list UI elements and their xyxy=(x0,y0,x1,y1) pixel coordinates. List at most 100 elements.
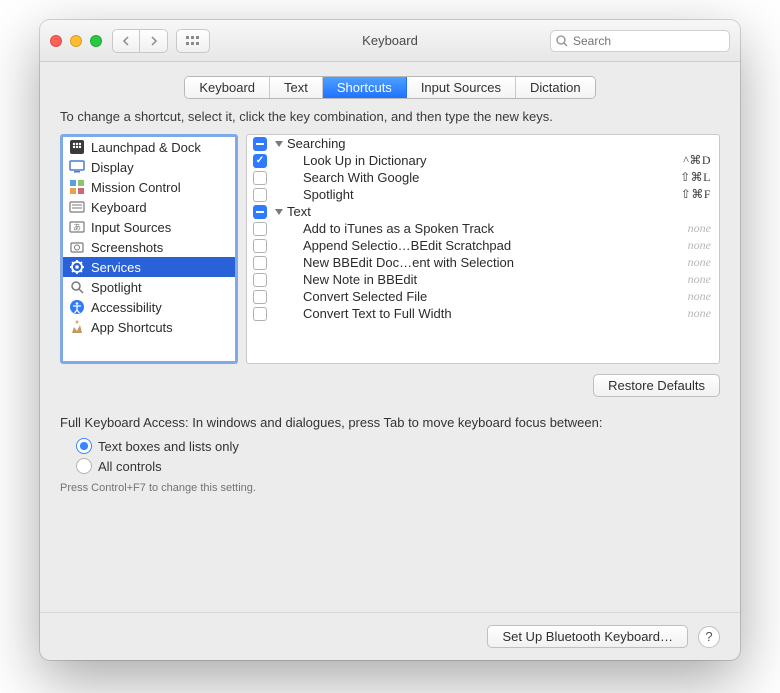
close-window-button[interactable] xyxy=(50,35,62,47)
group-label: Searching xyxy=(287,136,346,151)
back-button[interactable] xyxy=(112,29,140,53)
fka-hint: Press Control+F7 to change this setting. xyxy=(60,482,720,494)
shortcut-item[interactable]: New BBEdit Doc…ent with Selection none xyxy=(247,254,719,271)
show-all-button[interactable] xyxy=(176,29,210,53)
shortcut-item[interactable]: Search With Google ⇧⌘L xyxy=(247,169,719,186)
item-label: Add to iTunes as a Spoken Track xyxy=(303,221,494,236)
group-checkbox[interactable] xyxy=(253,137,267,151)
shortcut-key[interactable]: ^⌘D xyxy=(683,153,711,168)
radio-label: All controls xyxy=(98,459,162,474)
shortcut-key[interactable]: none xyxy=(688,306,711,321)
category-label: Keyboard xyxy=(91,200,147,215)
group-label: Text xyxy=(287,204,311,219)
shortcut-key[interactable]: ⇧⌘L xyxy=(680,170,711,185)
shortcut-group[interactable]: Text xyxy=(247,203,719,220)
shortcut-item[interactable]: Spotlight⇧⌘F xyxy=(247,186,719,203)
item-checkbox[interactable] xyxy=(253,273,267,287)
restore-row: Restore Defaults xyxy=(60,374,720,397)
app-icon xyxy=(69,319,85,335)
category-app-shortcuts[interactable]: App Shortcuts xyxy=(63,317,235,337)
titlebar: Keyboard xyxy=(40,20,740,62)
category-accessibility[interactable]: Accessibility xyxy=(63,297,235,317)
input-icon: あ xyxy=(69,219,85,235)
item-label: New Note in BBEdit xyxy=(303,272,417,287)
bluetooth-keyboard-button[interactable]: Set Up Bluetooth Keyboard… xyxy=(487,625,688,648)
item-checkbox[interactable] xyxy=(253,290,267,304)
mission-icon xyxy=(69,179,85,195)
item-label: Search With Google xyxy=(303,170,419,185)
category-launchpad-dock[interactable]: Launchpad & Dock xyxy=(63,137,235,157)
item-label: Append Selectio…BEdit Scratchpad xyxy=(303,238,511,253)
item-checkbox[interactable] xyxy=(253,256,267,270)
tab-keyboard[interactable]: Keyboard xyxy=(185,77,270,98)
preferences-window: Keyboard KeyboardTextShortcutsInput Sour… xyxy=(40,20,740,660)
category-label: Launchpad & Dock xyxy=(91,140,201,155)
disclosure-triangle-icon[interactable] xyxy=(275,209,283,215)
zoom-window-button[interactable] xyxy=(90,35,102,47)
category-services[interactable]: Services xyxy=(63,257,235,277)
shortcut-item[interactable]: New Note in BBEdit none xyxy=(247,271,719,288)
group-checkbox[interactable] xyxy=(253,205,267,219)
launchpad-icon xyxy=(69,139,85,155)
category-keyboard[interactable]: Keyboard xyxy=(63,197,235,217)
fka-radio-option[interactable]: Text boxes and lists only xyxy=(60,436,720,456)
shortcut-item[interactable]: ✓ Look Up in Dictionary ^⌘D xyxy=(247,152,719,169)
shortcut-key[interactable]: ⇧⌘F xyxy=(681,187,711,202)
shortcut-key[interactable]: none xyxy=(688,272,711,287)
category-spotlight[interactable]: Spotlight xyxy=(63,277,235,297)
shortcut-key[interactable]: none xyxy=(688,221,711,236)
svg-text:あ: あ xyxy=(73,223,81,232)
item-label: New BBEdit Doc…ent with Selection xyxy=(303,255,514,270)
search-input[interactable] xyxy=(550,30,730,52)
spotlight-icon xyxy=(69,279,85,295)
category-label: Mission Control xyxy=(91,180,181,195)
footer: Set Up Bluetooth Keyboard… ? xyxy=(40,612,740,660)
shortcut-key[interactable]: none xyxy=(688,238,711,253)
shortcut-group[interactable]: Searching xyxy=(247,135,719,152)
shortcut-key[interactable]: none xyxy=(688,255,711,270)
shortcut-item[interactable]: Convert Text to Full Widthnone xyxy=(247,305,719,322)
tabs-row: KeyboardTextShortcutsInput SourcesDictat… xyxy=(40,62,740,109)
forward-button[interactable] xyxy=(140,29,168,53)
category-input-sources[interactable]: あInput Sources xyxy=(63,217,235,237)
screenshot-icon xyxy=(69,239,85,255)
category-mission-control[interactable]: Mission Control xyxy=(63,177,235,197)
radio-button[interactable] xyxy=(76,458,92,474)
shortcut-list[interactable]: Searching✓Look Up in Dictionary^⌘DSearch… xyxy=(247,135,719,363)
shortcut-item[interactable]: Append Selectio…BEdit Scratchpad none xyxy=(247,237,719,254)
item-label: Look Up in Dictionary xyxy=(303,153,427,168)
window-controls xyxy=(50,35,102,47)
tab-dictation[interactable]: Dictation xyxy=(516,77,595,98)
shortcut-item[interactable]: Add to iTunes as a Spoken Track none xyxy=(247,220,719,237)
minimize-window-button[interactable] xyxy=(70,35,82,47)
category-screenshots[interactable]: Screenshots xyxy=(63,237,235,257)
item-checkbox[interactable]: ✓ xyxy=(253,154,267,168)
category-label: Accessibility xyxy=(91,300,162,315)
category-label: Services xyxy=(91,260,141,275)
search-field-wrap xyxy=(550,30,730,52)
radio-label: Text boxes and lists only xyxy=(98,439,239,454)
category-list[interactable]: Launchpad & Dock Display Mission Control Ke… xyxy=(60,134,238,364)
tab-shortcuts[interactable]: Shortcuts xyxy=(323,77,407,98)
display-icon xyxy=(69,159,85,175)
shortcut-item[interactable]: Convert Selected File none xyxy=(247,288,719,305)
tabs-segmented: KeyboardTextShortcutsInput SourcesDictat… xyxy=(184,76,595,99)
keyboard-icon xyxy=(69,199,85,215)
item-checkbox[interactable] xyxy=(253,239,267,253)
item-checkbox[interactable] xyxy=(253,171,267,185)
services-icon xyxy=(69,259,85,275)
tab-input-sources[interactable]: Input Sources xyxy=(407,77,516,98)
item-label: Convert Selected File xyxy=(303,289,427,304)
restore-defaults-button[interactable]: Restore Defaults xyxy=(593,374,720,397)
tab-text[interactable]: Text xyxy=(270,77,323,98)
disclosure-triangle-icon[interactable] xyxy=(275,141,283,147)
item-checkbox[interactable] xyxy=(253,222,267,236)
fka-radio-option[interactable]: All controls xyxy=(60,456,720,476)
category-display[interactable]: Display xyxy=(63,157,235,177)
radio-button[interactable] xyxy=(76,438,92,454)
shortcut-key[interactable]: none xyxy=(688,289,711,304)
full-keyboard-access-heading: Full Keyboard Access: In windows and dia… xyxy=(60,415,720,430)
help-button[interactable]: ? xyxy=(698,626,720,648)
item-checkbox[interactable] xyxy=(253,188,267,202)
item-checkbox[interactable] xyxy=(253,307,267,321)
